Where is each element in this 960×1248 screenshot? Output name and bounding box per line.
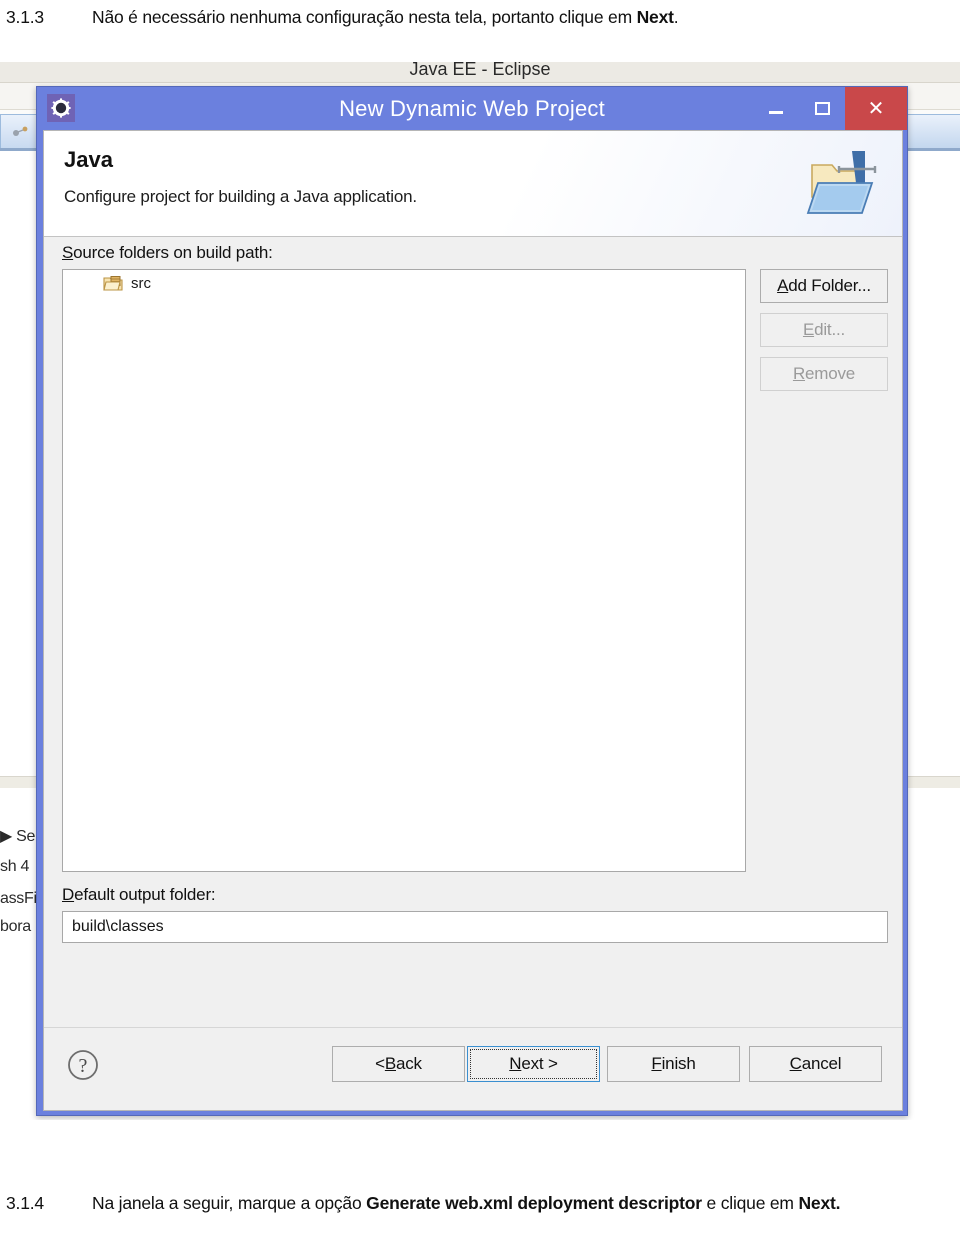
dialog-titlebar[interactable]: New Dynamic Web Project ✕ [37, 87, 907, 130]
remove-label: emove [805, 364, 856, 383]
background-text-fragment: ▶ Se [0, 828, 36, 845]
dialog-button-bar: ? < Back Next > Finish Cancel [44, 1027, 902, 1110]
caption-bottom-text-mid: e clique em [701, 1193, 799, 1213]
default-output-folder-label-rest: efault output folder: [74, 885, 216, 904]
back-button[interactable]: < Back [332, 1046, 465, 1082]
add-folder-button[interactable]: Add Folder... [760, 269, 888, 303]
back-prefix: < [375, 1054, 385, 1073]
source-folders-list[interactable]: src [62, 269, 746, 872]
back-accesskey: B [384, 1054, 396, 1073]
dialog-client-area: Java Configure project for building a Ja… [43, 130, 903, 1111]
cancel-button[interactable]: Cancel [749, 1046, 882, 1082]
list-item[interactable]: src [63, 270, 745, 296]
source-folder-icon [103, 275, 123, 292]
background-text-fragment: bora [0, 918, 31, 935]
minimize-button[interactable] [753, 87, 799, 130]
caption-bottom-bold2: Next. [798, 1193, 841, 1213]
background-window-title: Java EE - Eclipse [409, 62, 551, 79]
default-output-folder-input[interactable]: build\classes [62, 911, 888, 943]
source-folders-label-accesskey: S [62, 243, 74, 262]
caption-bottom-text-before: Na janela a seguir, marque a opção [92, 1193, 367, 1213]
background-text-fragment: sh 4 [0, 858, 30, 875]
caption-top-number: 3.1.3 [6, 7, 44, 27]
finish-button[interactable]: Finish [607, 1046, 740, 1082]
cancel-suffix: ancel [801, 1054, 842, 1073]
close-icon[interactable]: ✕ [845, 87, 907, 130]
java-folder-icon [798, 139, 890, 227]
caption-top-text-before: Não é necessário nenhuma configuração ne… [92, 7, 637, 27]
source-folders-label: Source folders on build path: [62, 243, 273, 263]
caption-top-bold: Next [636, 7, 674, 27]
next-suffix: ext > [521, 1054, 558, 1073]
cancel-accesskey: C [789, 1054, 802, 1073]
edit-button[interactable]: Edit... [760, 313, 888, 347]
default-output-folder-accesskey: D [62, 885, 75, 904]
edit-accesskey: E [802, 320, 815, 339]
source-folders-label-rest: ource folders on build path: [73, 243, 273, 262]
remove-accesskey: R [792, 364, 806, 383]
default-output-folder-label: Default output folder: [62, 885, 216, 905]
caption-bottom-body: Na janela a seguir, marque a opção Gener… [92, 1190, 954, 1216]
question-mark-icon[interactable]: ? [66, 1048, 100, 1082]
caption-bottom: 3.1.4 Na janela a seguir, marque a opção… [6, 1190, 954, 1216]
new-dynamic-web-project-dialog: New Dynamic Web Project ✕ Java Configure… [36, 86, 908, 1116]
screenshot-region: Java EE - Eclipse ▶ Se sh 4 assFi bora N… [0, 62, 960, 1120]
svg-text:?: ? [79, 1055, 88, 1077]
wizard-body: Source folders on build path: src A dd F… [44, 237, 902, 1028]
caption-top: 3.1.3 Não é necessário nenhuma configura… [6, 4, 954, 30]
finish-suffix: inish [661, 1054, 696, 1073]
background-text-fragment: assFi [0, 890, 37, 907]
wizard-page-title: Java [64, 147, 113, 172]
wizard-page-description: Configure project for building a Java ap… [64, 187, 417, 206]
caption-top-text-after: . [673, 7, 679, 27]
wizard-header: Java Configure project for building a Ja… [44, 131, 902, 237]
edit-label: dit... [814, 320, 846, 339]
finish-accesskey: F [651, 1054, 662, 1073]
caption-bottom-bold: Generate web.xml deployment descriptor [366, 1193, 702, 1213]
gear-icon [47, 94, 75, 122]
caption-bottom-number: 3.1.4 [6, 1193, 44, 1213]
add-folder-accesskey: A [777, 276, 789, 295]
next-button[interactable]: Next > [467, 1046, 600, 1082]
maximize-button[interactable] [799, 87, 845, 130]
background-tab-icon [10, 124, 32, 140]
list-item-label: src [131, 274, 151, 292]
add-folder-label: dd Folder... [788, 276, 871, 295]
back-suffix: ack [396, 1054, 422, 1073]
caption-top-body: Não é necessário nenhuma configuração ne… [92, 4, 954, 30]
next-accesskey: N [509, 1054, 522, 1073]
remove-button[interactable]: Remove [760, 357, 888, 391]
